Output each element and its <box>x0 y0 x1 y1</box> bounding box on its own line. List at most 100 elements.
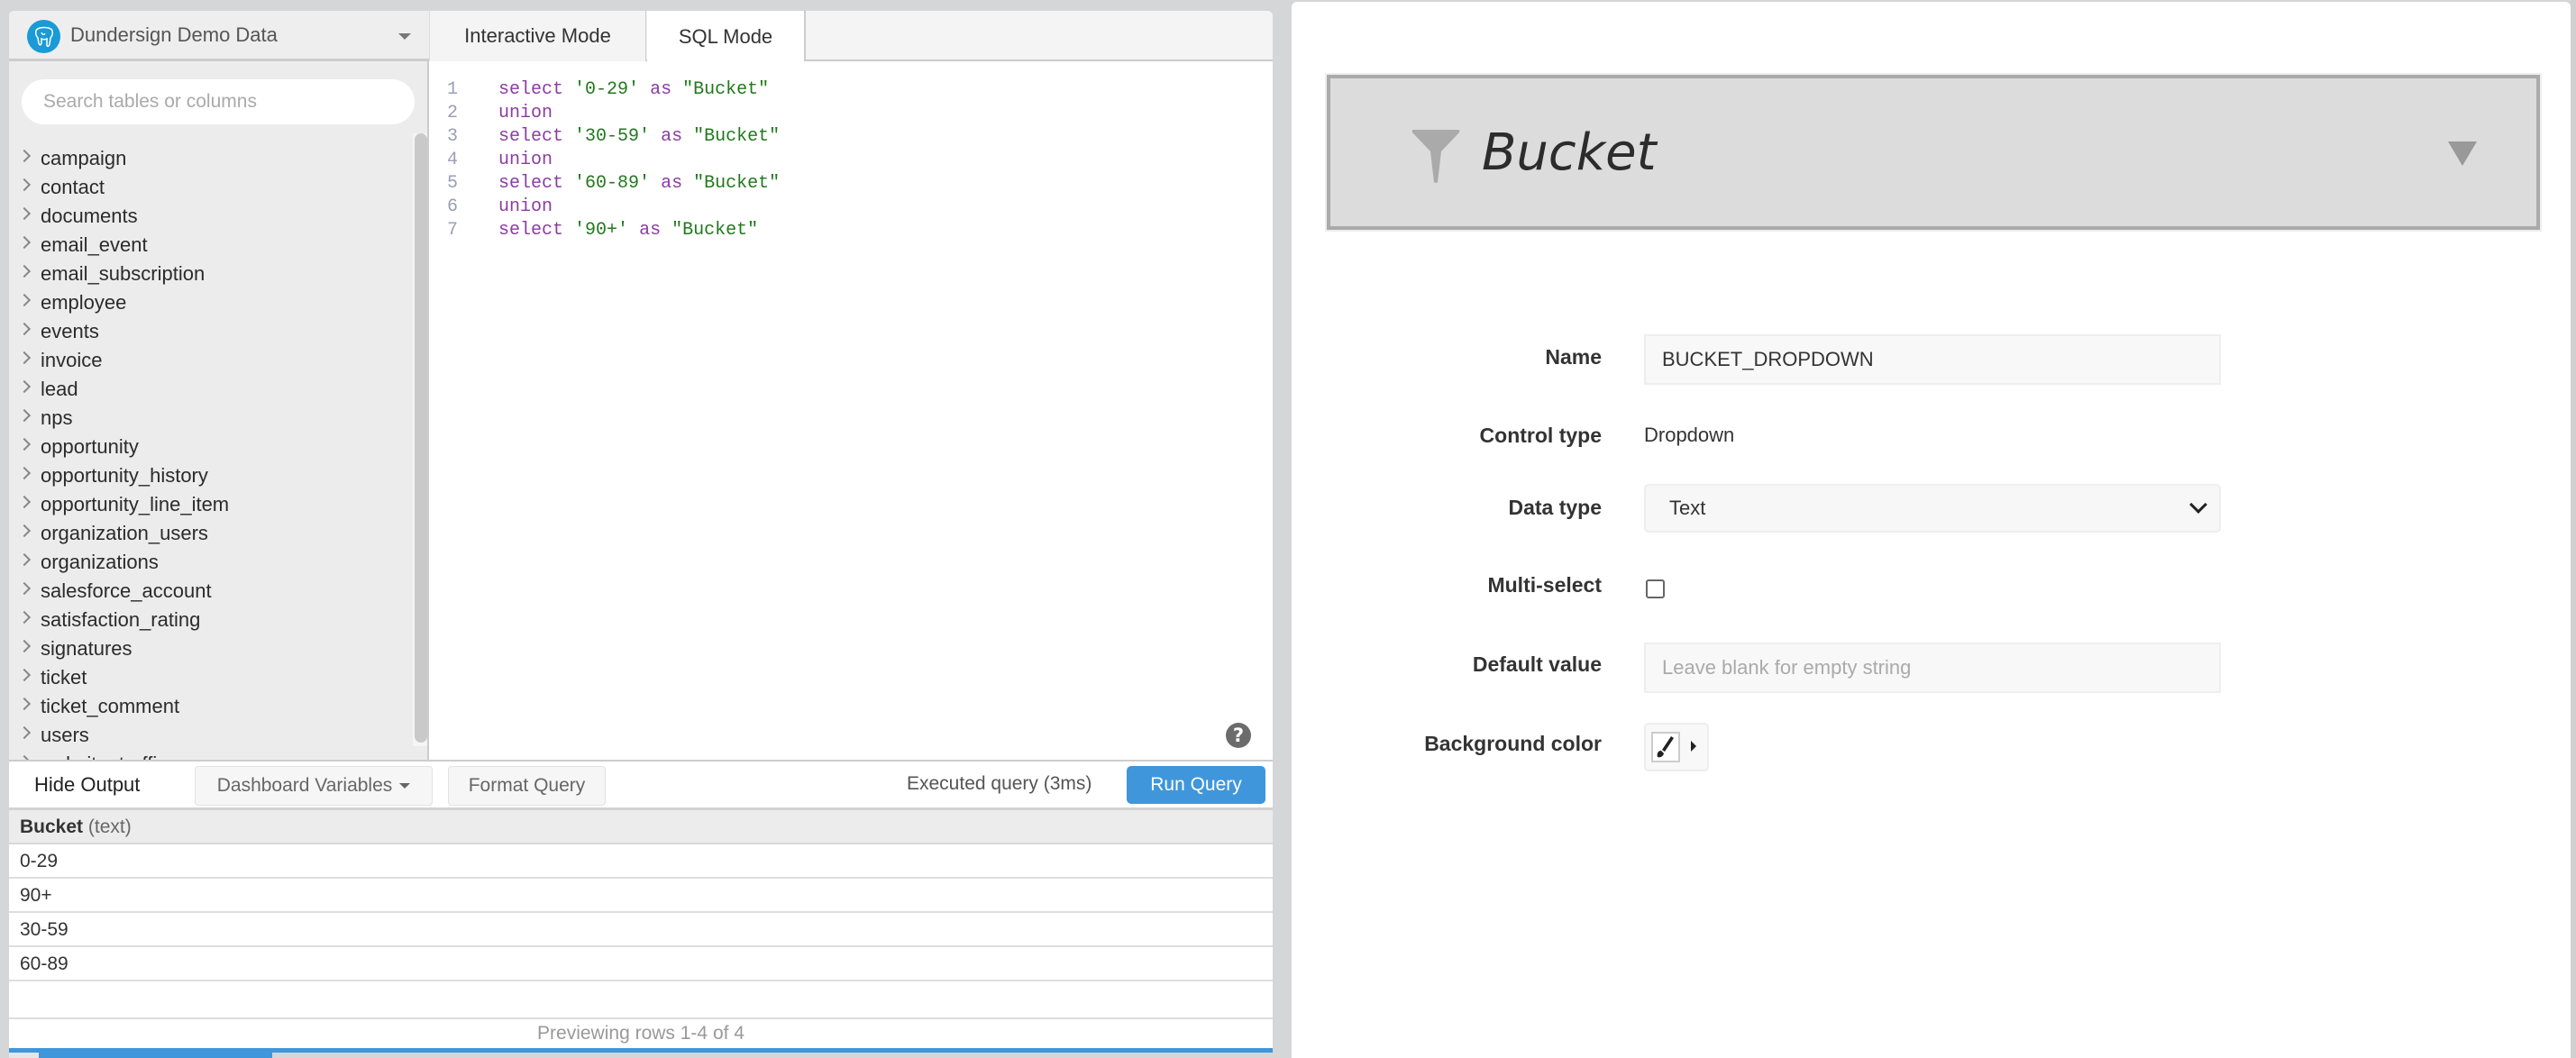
chevron-right-icon[interactable] <box>17 697 32 711</box>
table-name: opportunity_line_item <box>41 493 230 515</box>
table-name: invoice <box>41 349 103 371</box>
chevron-right-icon[interactable] <box>17 581 32 596</box>
caret-down-icon[interactable] <box>2448 141 2477 166</box>
window-edge <box>2571 0 2576 1058</box>
chevron-right-icon[interactable] <box>17 437 32 451</box>
chevron-right-icon[interactable] <box>17 668 32 682</box>
table-item[interactable]: email_subscription <box>9 260 406 288</box>
data-type-value: Text <box>1669 497 1706 519</box>
data-type-select[interactable]: Text <box>1644 484 2221 533</box>
chevron-right-icon[interactable] <box>17 322 32 336</box>
datasource-selector[interactable]: Dundersign Demo Data <box>9 11 429 61</box>
table-item[interactable]: campaign <box>9 144 406 173</box>
sql-keyword: union <box>498 196 553 217</box>
multi-select-checkbox[interactable] <box>1646 579 1665 598</box>
line-number: 3 <box>447 126 459 147</box>
postgres-elephant-icon <box>27 20 60 53</box>
code-text: union <box>498 196 553 219</box>
table-name: signatures <box>41 637 132 660</box>
line-number: 7 <box>447 220 459 241</box>
table-cell: 90+ <box>20 885 52 906</box>
sql-editor[interactable]: 1 select '0-29' as "Bucket" 2 union 3 select … <box>429 61 1273 760</box>
sidebar-scrollbar-thumb[interactable] <box>415 133 427 743</box>
table-name: satisfaction_rating <box>41 608 201 631</box>
table-row[interactable]: 90+ <box>9 879 1273 913</box>
table-item[interactable]: contact <box>9 173 406 202</box>
table-item[interactable]: organizations <box>9 548 406 577</box>
table-item[interactable]: nps <box>9 404 406 433</box>
table-item[interactable]: ticket <box>9 663 406 692</box>
table-item[interactable]: opportunity <box>9 433 406 461</box>
background-color-picker[interactable] <box>1644 723 1709 771</box>
table-item[interactable]: email_event <box>9 231 406 260</box>
table-item[interactable]: events <box>9 317 406 346</box>
chevron-right-icon[interactable] <box>17 264 32 278</box>
table-item[interactable]: ticket_comment <box>9 692 406 721</box>
query-control-bar: Hide Output Dashboard Variables Format Q… <box>9 760 1273 810</box>
chevron-right-icon[interactable] <box>17 639 32 653</box>
table-item[interactable]: invoice <box>9 346 406 375</box>
chevron-right-icon[interactable] <box>17 351 32 365</box>
table-item[interactable]: employee <box>9 288 406 317</box>
tab-sql-mode[interactable]: SQL Mode <box>647 11 806 63</box>
table-item[interactable]: opportunity_line_item <box>9 490 406 519</box>
chevron-right-icon[interactable] <box>17 379 32 394</box>
default-value-input[interactable] <box>1644 643 2221 693</box>
chevron-right-icon[interactable] <box>17 552 32 567</box>
line-number: 5 <box>447 173 459 194</box>
caret-right-icon <box>1691 741 1696 752</box>
name-input[interactable] <box>1644 334 2221 385</box>
dashboard-variables-button[interactable]: Dashboard Variables <box>195 766 433 806</box>
table-name: email_event <box>41 233 148 256</box>
run-query-button[interactable]: Run Query <box>1127 766 1265 804</box>
chevron-right-icon[interactable] <box>17 235 32 250</box>
table-row[interactable]: 0-29 <box>9 844 1273 879</box>
table-name: salesforce_account <box>41 579 212 602</box>
tab-interactive-mode[interactable]: Interactive Mode <box>429 11 646 61</box>
filter-preview[interactable]: Bucket <box>1325 73 2542 232</box>
datasource-name: Dundersign Demo Data <box>70 23 278 46</box>
table-item[interactable]: documents <box>9 202 406 231</box>
format-query-button[interactable]: Format Query <box>448 766 606 806</box>
default-value-label: Default value <box>1472 652 1602 676</box>
table-row[interactable]: 30-59 <box>9 913 1273 947</box>
table-item[interactable]: users <box>9 721 406 750</box>
table-item[interactable]: signatures <box>9 634 406 663</box>
table-name: ticket <box>41 666 87 689</box>
table-item[interactable]: satisfaction_rating <box>9 606 406 634</box>
chevron-right-icon[interactable] <box>17 206 32 221</box>
table-name: employee <box>41 291 127 314</box>
chevron-right-icon[interactable] <box>17 610 32 625</box>
table-name: nps <box>41 406 73 429</box>
table-item[interactable]: organization_users <box>9 519 406 548</box>
table-name: organization_users <box>41 522 208 544</box>
chevron-right-icon[interactable] <box>17 149 32 163</box>
hide-output-button[interactable]: Hide Output <box>34 773 140 797</box>
chevron-right-icon[interactable] <box>17 466 32 480</box>
table-item[interactable]: opportunity_history <box>9 461 406 490</box>
sql-string: "Bucket" <box>693 173 781 194</box>
table-cell: 0-29 <box>20 851 59 871</box>
sql-keyword: select <box>498 79 564 100</box>
table-item[interactable]: website_traffic <box>9 750 406 760</box>
help-icon[interactable]: ? <box>1226 723 1251 748</box>
code-text: select '90+' as "Bucket" <box>498 219 758 242</box>
chevron-right-icon[interactable] <box>17 524 32 538</box>
chevron-right-icon[interactable] <box>17 408 32 423</box>
chevron-right-icon[interactable] <box>17 725 32 740</box>
column-header[interactable]: Bucket (text) <box>9 810 1273 844</box>
line-number: 6 <box>447 196 459 217</box>
search-tables-input[interactable] <box>22 79 415 124</box>
table-item[interactable]: lead <box>9 375 406 404</box>
chevron-right-icon[interactable] <box>17 495 32 509</box>
table-item[interactable]: salesforce_account <box>9 577 406 606</box>
table-row[interactable]: 60-89 <box>9 947 1273 981</box>
chevron-right-icon[interactable] <box>17 293 32 307</box>
chevron-right-icon[interactable] <box>17 178 32 192</box>
sql-keyword: select <box>498 173 564 194</box>
